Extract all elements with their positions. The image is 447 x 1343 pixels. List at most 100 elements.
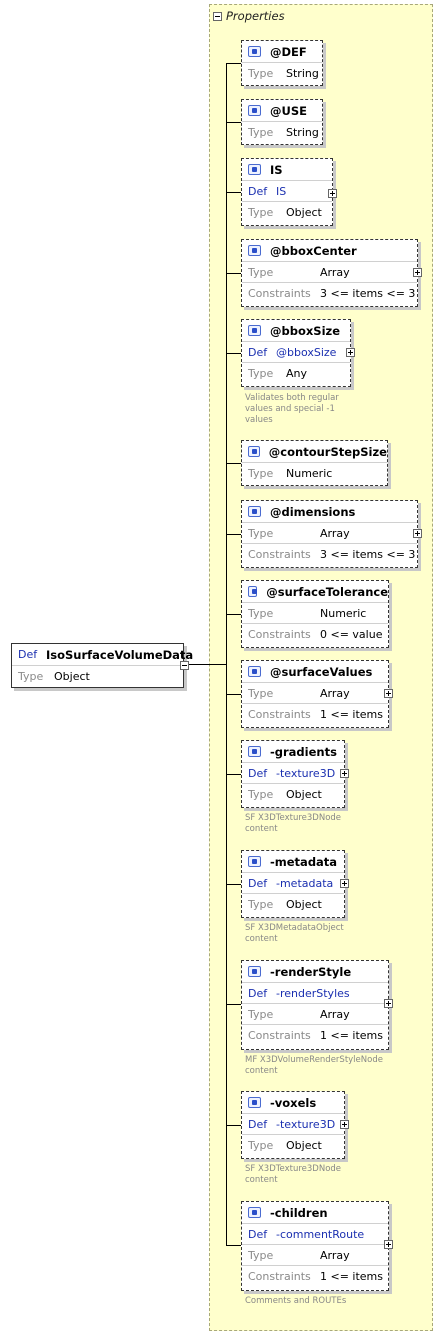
node-name: -voxels	[270, 1095, 317, 1110]
element-icon	[248, 1097, 261, 1108]
node-is[interactable]: IS Def IS Type Object	[241, 158, 337, 226]
node-name: @DEF	[270, 44, 307, 59]
connector-h	[226, 273, 241, 274]
type-key: Type	[248, 66, 274, 80]
connector-h	[226, 353, 241, 354]
properties-header[interactable]: Properties	[213, 9, 285, 23]
node-name: -children	[270, 1205, 328, 1220]
def-key: Def	[248, 766, 268, 780]
properties-title: Properties	[226, 9, 285, 23]
expand-icon[interactable]	[384, 999, 393, 1008]
node-name: @bboxSize	[270, 323, 340, 338]
expand-icon[interactable]	[413, 268, 422, 277]
constraints-value: 3 <= items <= 3	[320, 547, 416, 561]
expand-icon[interactable]	[384, 689, 393, 698]
def-value[interactable]: IS	[276, 185, 286, 198]
def-value[interactable]: -metadata	[276, 877, 333, 890]
expand-icon[interactable]	[340, 879, 349, 888]
node-name: @bboxCenter	[270, 243, 357, 258]
attribute-icon	[248, 46, 261, 57]
root-name: IsoSurfaceVolumeData	[46, 647, 194, 662]
type-key: Type	[248, 265, 274, 279]
node-name: -metadata	[270, 854, 338, 869]
type-value: Array	[320, 526, 350, 540]
type-value: Array	[320, 265, 350, 279]
attribute-icon	[248, 164, 261, 175]
connector-spine	[226, 63, 227, 1245]
type-value: Object	[286, 787, 322, 801]
type-key: Type	[248, 1138, 274, 1152]
node-def[interactable]: @DEF Type String	[241, 40, 323, 86]
type-value: String	[286, 125, 319, 139]
node-use[interactable]: @USE Type String	[241, 99, 323, 145]
collapse-icon[interactable]	[180, 661, 189, 670]
connector-root-h	[184, 664, 226, 665]
connector-h	[226, 463, 241, 464]
node-voxels[interactable]: -voxels Def -texture3D Type Object	[241, 1091, 349, 1159]
node-dimensions[interactable]: @dimensions Type Array Constraints 3 <= it…	[241, 500, 422, 568]
node-name: @contourStepSize	[268, 444, 387, 459]
type-key: Type	[248, 787, 274, 801]
type-key: Type	[248, 686, 274, 700]
constraints-value: 0 <= value	[320, 627, 383, 641]
type-value: String	[286, 66, 319, 80]
node-children[interactable]: -children Def -commentRoute Type Array Con…	[241, 1201, 393, 1291]
connector-h	[226, 192, 241, 193]
node-bboxcenter[interactable]: @bboxCenter Type Array Constraints 3 <= it…	[241, 239, 422, 307]
node-renderstyle[interactable]: -renderStyle Def -renderStyles Type Array …	[241, 960, 393, 1050]
attribute-icon	[248, 446, 260, 457]
type-key: Type	[248, 1248, 274, 1262]
expand-icon[interactable]	[346, 348, 355, 357]
attribute-icon	[248, 325, 261, 336]
expand-icon[interactable]	[384, 1240, 393, 1249]
node-name: -renderStyle	[270, 964, 352, 979]
connector-h	[226, 774, 241, 775]
constraints-key: Constraints	[248, 286, 311, 300]
type-key: Type	[248, 125, 274, 139]
constraints-key: Constraints	[248, 1028, 311, 1042]
node-name: @dimensions	[270, 504, 356, 519]
type-key: Type	[248, 526, 274, 540]
attribute-icon	[248, 105, 261, 116]
element-icon	[248, 746, 261, 757]
connector-h	[226, 614, 241, 615]
attribute-icon	[248, 506, 261, 517]
def-value[interactable]: @bboxSize	[276, 346, 336, 359]
node-metadata[interactable]: -metadata Def -metadata Type Object	[241, 850, 349, 918]
type-value: Object	[286, 897, 322, 911]
node-contourstepsize[interactable]: @contourStepSize Type Numeric	[241, 440, 388, 486]
node-gradients[interactable]: -gradients Def -texture3D Type Object	[241, 740, 349, 808]
def-key: Def	[248, 345, 268, 359]
node-surfacetolerance[interactable]: @surfaceTolerance Type Numeric Constraint…	[241, 580, 389, 648]
type-value: Array	[320, 1007, 350, 1021]
constraints-key: Constraints	[248, 1269, 311, 1283]
def-value[interactable]: -renderStyles	[276, 987, 350, 1000]
type-key: Type	[248, 366, 274, 380]
node-name: @USE	[270, 103, 307, 118]
def-key: Def	[248, 1117, 268, 1131]
root-node[interactable]: Def IsoSurfaceVolumeData Type Object	[11, 643, 193, 688]
type-value: Any	[286, 366, 308, 380]
collapse-icon[interactable]	[213, 11, 222, 21]
node-name: IS	[270, 162, 283, 177]
def-value[interactable]: -commentRoute	[276, 1228, 364, 1241]
constraints-key: Constraints	[248, 547, 311, 561]
connector-h	[226, 884, 241, 885]
type-key: Type	[248, 1007, 274, 1021]
expand-icon[interactable]	[340, 1120, 349, 1129]
type-key: Type	[248, 606, 274, 620]
type-key: Type	[248, 205, 274, 219]
node-surfacevalues[interactable]: @surfaceValues Type Array Constraints 1 <=…	[241, 660, 393, 728]
constraints-key: Constraints	[248, 707, 311, 721]
connector-h	[226, 63, 241, 64]
expand-icon[interactable]	[340, 769, 349, 778]
type-value: Numeric	[286, 466, 333, 480]
connector-h	[226, 534, 241, 535]
expand-icon[interactable]	[413, 529, 422, 538]
expand-icon[interactable]	[328, 189, 337, 198]
node-note: Validates both regular values and specia…	[245, 393, 339, 425]
def-value[interactable]: -texture3D	[276, 767, 335, 780]
node-bboxsize[interactable]: @bboxSize Def @bboxSize Type Any	[241, 319, 355, 387]
def-value[interactable]: -texture3D	[276, 1118, 335, 1131]
element-icon	[248, 856, 261, 867]
